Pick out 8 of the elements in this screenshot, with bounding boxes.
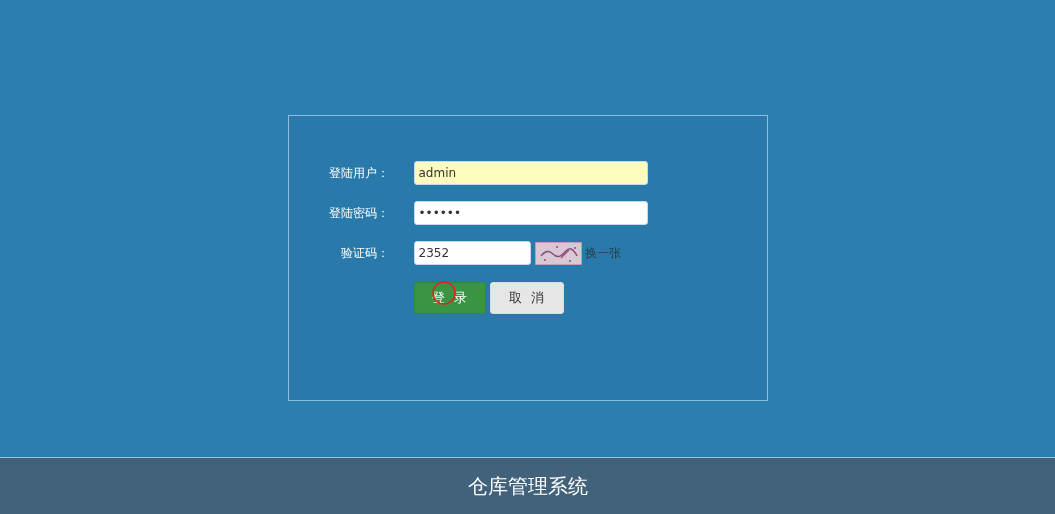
app-title: 仓库管理系统: [467, 472, 588, 500]
field-label: 验证码：: [339, 244, 389, 262]
cancel-button[interactable]: 取 消: [489, 282, 564, 314]
field-label: 登陆用户：: [327, 164, 389, 182]
field-label: 登陆密码：: [327, 204, 389, 222]
input-field[interactable]: 2352: [413, 241, 531, 265]
input-field[interactable]: ••••••: [413, 201, 648, 225]
input-field[interactable]: admin: [413, 161, 648, 185]
